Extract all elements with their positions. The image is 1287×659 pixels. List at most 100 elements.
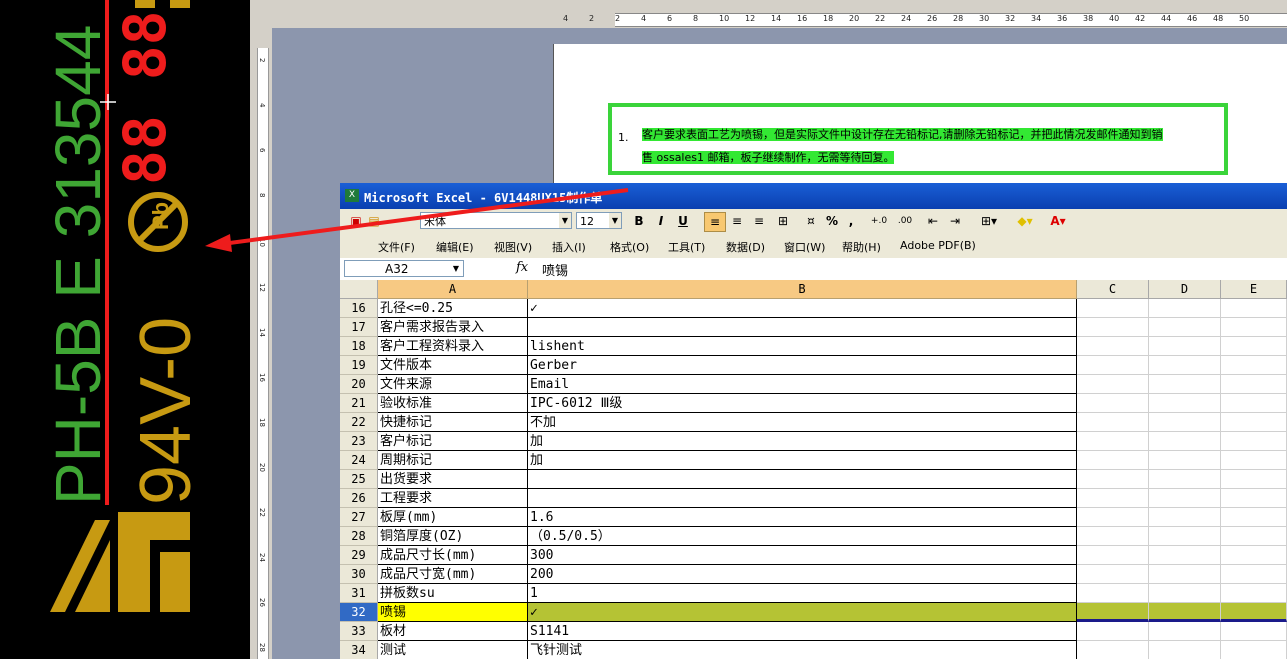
underline-button[interactable]: U bbox=[674, 212, 692, 230]
cell-d[interactable] bbox=[1149, 337, 1221, 356]
cell-a[interactable]: 工程要求 bbox=[378, 489, 528, 508]
vertical-ruler[interactable]: 2 4 6 8 10 12 14 16 18 20 22 24 26 28 bbox=[250, 28, 272, 659]
cell-b[interactable] bbox=[528, 489, 1077, 508]
menu-item[interactable]: 窗口(W) bbox=[784, 239, 825, 255]
toolbar-icon[interactable]: ▣ bbox=[348, 212, 364, 230]
cell-c[interactable] bbox=[1077, 489, 1149, 508]
cell-a[interactable]: 文件版本 bbox=[378, 356, 528, 375]
align-center-icon[interactable]: ≡ bbox=[728, 212, 746, 230]
toolbar-icon[interactable]: ▤ bbox=[366, 212, 382, 230]
menu-item[interactable]: 帮助(H) bbox=[842, 239, 881, 255]
cell-a[interactable]: 客户工程资料录入 bbox=[378, 337, 528, 356]
cell-c[interactable] bbox=[1077, 299, 1149, 318]
cell-a[interactable]: 出货要求 bbox=[378, 470, 528, 489]
cell-d[interactable] bbox=[1149, 432, 1221, 451]
column-header-b[interactable]: B bbox=[528, 280, 1077, 299]
cell-e[interactable] bbox=[1221, 603, 1287, 622]
cell-a[interactable]: 铜箔厚度(OZ) bbox=[378, 527, 528, 546]
cell-d[interactable] bbox=[1149, 413, 1221, 432]
cell-e[interactable] bbox=[1221, 432, 1287, 451]
cell-b[interactable]: lishent bbox=[528, 337, 1077, 356]
menu-item[interactable]: 视图(V) bbox=[494, 239, 532, 255]
cell-b[interactable]: IPC-6012 Ⅲ级 bbox=[528, 394, 1077, 413]
cell-b[interactable]: ✓ bbox=[528, 603, 1077, 622]
row-header[interactable]: 27 bbox=[340, 508, 378, 527]
menu-item[interactable]: 工具(T) bbox=[668, 239, 705, 255]
cell-e[interactable] bbox=[1221, 451, 1287, 470]
row-header[interactable]: 30 bbox=[340, 565, 378, 584]
cell-a[interactable]: 快捷标记 bbox=[378, 413, 528, 432]
cell-e[interactable] bbox=[1221, 375, 1287, 394]
formula-input[interactable]: 喷锡 bbox=[542, 260, 568, 279]
cell-b[interactable]: S1141 bbox=[528, 622, 1077, 641]
cell-a[interactable]: 成品尺寸宽(mm) bbox=[378, 565, 528, 584]
italic-button[interactable]: I bbox=[652, 212, 670, 230]
font-name-select[interactable]: 宋体 ▼ bbox=[420, 212, 572, 229]
cell-d[interactable] bbox=[1149, 584, 1221, 603]
cell-b[interactable] bbox=[528, 470, 1077, 489]
cell-a[interactable]: 客户需求报告录入 bbox=[378, 318, 528, 337]
cell-d[interactable] bbox=[1149, 641, 1221, 659]
align-left-icon[interactable]: ≡ bbox=[704, 212, 726, 232]
cell-e[interactable] bbox=[1221, 489, 1287, 508]
row-header[interactable]: 19 bbox=[340, 356, 378, 375]
cell-a[interactable]: 周期标记 bbox=[378, 451, 528, 470]
row-header[interactable]: 20 bbox=[340, 375, 378, 394]
percent-button[interactable]: % bbox=[824, 212, 840, 230]
cell-b[interactable]: 加 bbox=[528, 432, 1077, 451]
align-right-icon[interactable]: ≡ bbox=[750, 212, 768, 230]
cell-b[interactable]: 1 bbox=[528, 584, 1077, 603]
column-header-a[interactable]: A bbox=[378, 280, 528, 299]
decrease-indent-icon[interactable]: ⇤ bbox=[924, 212, 942, 230]
row-header[interactable]: 24 bbox=[340, 451, 378, 470]
cell-d[interactable] bbox=[1149, 451, 1221, 470]
excel-title-bar[interactable]: X Microsoft Excel - 6V1448UX15制作单 bbox=[340, 183, 1287, 209]
fx-icon[interactable]: fx bbox=[516, 260, 528, 275]
cell-c[interactable] bbox=[1077, 394, 1149, 413]
menu-item[interactable]: 文件(F) bbox=[378, 239, 415, 255]
cell-e[interactable] bbox=[1221, 413, 1287, 432]
menu-item[interactable]: 插入(I) bbox=[552, 239, 586, 255]
cell-b[interactable]: （0.5/0.5） bbox=[528, 527, 1077, 546]
cell-c[interactable] bbox=[1077, 622, 1149, 641]
row-header[interactable]: 22 bbox=[340, 413, 378, 432]
cell-c[interactable] bbox=[1077, 375, 1149, 394]
merge-center-icon[interactable]: ⊞ bbox=[774, 212, 792, 230]
row-header[interactable]: 16 bbox=[340, 299, 378, 318]
cell-b[interactable]: 加 bbox=[528, 451, 1077, 470]
cell-a[interactable]: 客户标记 bbox=[378, 432, 528, 451]
row-header[interactable]: 26 bbox=[340, 489, 378, 508]
cell-e[interactable] bbox=[1221, 641, 1287, 659]
fill-color-icon[interactable]: ◆▾ bbox=[1012, 212, 1038, 230]
row-header[interactable]: 32 bbox=[340, 603, 378, 622]
cell-b[interactable]: Gerber bbox=[528, 356, 1077, 375]
cell-a[interactable]: 板材 bbox=[378, 622, 528, 641]
cell-a[interactable]: 喷锡 bbox=[378, 603, 528, 622]
cell-c[interactable] bbox=[1077, 584, 1149, 603]
menu-item[interactable]: 格式(O) bbox=[610, 239, 649, 255]
cell-c[interactable] bbox=[1077, 356, 1149, 375]
font-color-button[interactable]: A▾ bbox=[1044, 212, 1072, 230]
row-header[interactable]: 21 bbox=[340, 394, 378, 413]
comma-button[interactable]: , bbox=[844, 212, 858, 230]
cell-d[interactable] bbox=[1149, 527, 1221, 546]
cell-e[interactable] bbox=[1221, 394, 1287, 413]
currency-icon[interactable]: ¤ bbox=[802, 212, 820, 230]
cell-a[interactable]: 孔径<=0.25 bbox=[378, 299, 528, 318]
cell-d[interactable] bbox=[1149, 622, 1221, 641]
cell-a[interactable]: 板厚(mm) bbox=[378, 508, 528, 527]
cell-a[interactable]: 文件来源 bbox=[378, 375, 528, 394]
row-header[interactable]: 18 bbox=[340, 337, 378, 356]
cell-d[interactable] bbox=[1149, 603, 1221, 622]
cell-d[interactable] bbox=[1149, 375, 1221, 394]
cell-e[interactable] bbox=[1221, 337, 1287, 356]
cell-e[interactable] bbox=[1221, 356, 1287, 375]
cell-b[interactable]: 不加 bbox=[528, 413, 1077, 432]
row-header[interactable]: 31 bbox=[340, 584, 378, 603]
cell-c[interactable] bbox=[1077, 641, 1149, 659]
cell-c[interactable] bbox=[1077, 318, 1149, 337]
menu-item[interactable]: 编辑(E) bbox=[436, 239, 474, 255]
cell-c[interactable] bbox=[1077, 432, 1149, 451]
cell-e[interactable] bbox=[1221, 470, 1287, 489]
cell-d[interactable] bbox=[1149, 470, 1221, 489]
